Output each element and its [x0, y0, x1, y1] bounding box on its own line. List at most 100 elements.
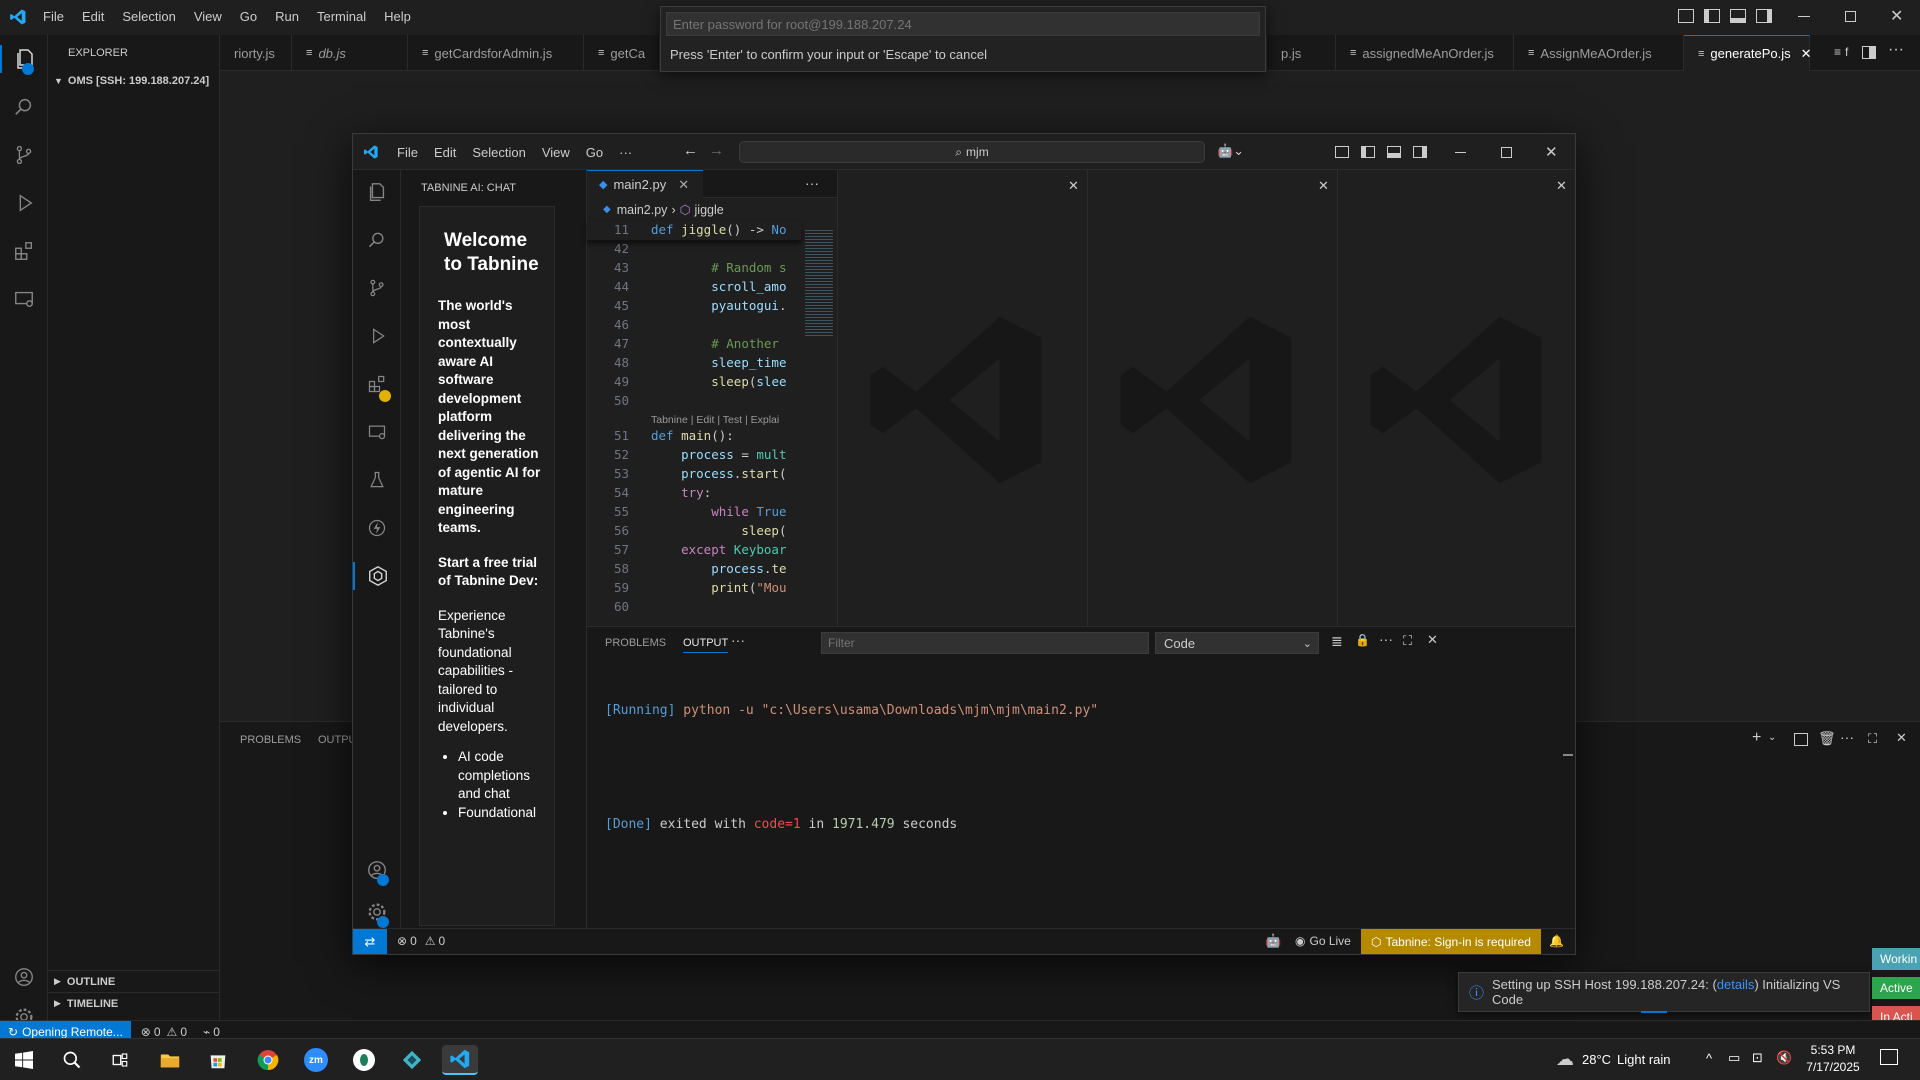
inner-menu-edit[interactable]: Edit — [434, 145, 456, 160]
word-wrap-icon[interactable]: ≣ — [1331, 633, 1343, 650]
close-group-icon[interactable]: ✕ — [1318, 178, 1329, 194]
password-input[interactable] — [666, 12, 1260, 36]
network-icon[interactable]: ⊡ — [1752, 1050, 1763, 1066]
toggle-panel-icon[interactable] — [1387, 146, 1401, 158]
minimize-icon[interactable] — [1798, 16, 1810, 17]
notification-details-link[interactable]: details — [1717, 977, 1755, 992]
outer-panel-tab-problems[interactable]: PROBLEMS — [240, 734, 301, 746]
code-line[interactable]: 55 while True — [587, 504, 801, 523]
copilot-status-icon[interactable]: 🤖 — [1265, 933, 1281, 949]
tab-riorty[interactable]: riorty.js — [220, 35, 292, 71]
tabnine-icon[interactable] — [353, 562, 401, 590]
breadcrumb-file[interactable]: main2.py — [617, 203, 668, 217]
customize-layout-icon[interactable] — [1678, 9, 1694, 23]
tab-assignedmeanorder[interactable]: ≡ assignedMeAnOrder.js — [1336, 35, 1514, 71]
copilot-icon[interactable]: 🤖⌄ — [1217, 143, 1244, 159]
code-line[interactable]: 57 except Keyboar — [587, 542, 801, 561]
more-actions-icon[interactable]: ··· — [805, 175, 819, 191]
split-editor-icon[interactable] — [1862, 46, 1876, 59]
active-badge[interactable]: Active — [1872, 977, 1920, 999]
close-tab-icon[interactable]: ✕ — [678, 177, 689, 193]
source-control-icon[interactable] — [363, 274, 391, 302]
microsoft-store-icon[interactable] — [200, 1045, 236, 1075]
inner-menu-go[interactable]: Go — [586, 145, 603, 160]
chrome-icon[interactable] — [250, 1045, 286, 1075]
extensions-icon[interactable] — [10, 237, 38, 265]
search-icon[interactable] — [10, 93, 38, 121]
inner-menu-selection[interactable]: Selection — [472, 145, 525, 160]
run-debug-icon[interactable] — [10, 189, 38, 217]
code-line[interactable]: 42 — [587, 241, 801, 260]
inner-menu-view[interactable]: View — [542, 145, 570, 160]
problems-status[interactable]: ⊗ 0 ⚠ 0 — [397, 934, 445, 948]
more-actions-icon[interactable]: ··· — [1840, 729, 1854, 745]
code-line[interactable]: 45 pyautogui. — [587, 298, 801, 317]
inner-menu-more[interactable]: ··· — [619, 145, 632, 160]
code-line[interactable]: 60 — [587, 599, 801, 618]
menu-help[interactable]: Help — [384, 9, 411, 24]
forward-arrow-icon[interactable]: → — [709, 142, 724, 159]
app-leaf-icon[interactable] — [346, 1045, 382, 1075]
toggle-panel-icon[interactable] — [1730, 9, 1746, 23]
toggle-secondary-sidebar-icon[interactable] — [1756, 9, 1772, 23]
close-group-icon[interactable]: ✕ — [1556, 178, 1567, 194]
close-window-icon[interactable]: ✕ — [1545, 143, 1558, 161]
search-icon[interactable] — [54, 1045, 90, 1075]
remote-explorer-icon[interactable] — [10, 285, 38, 313]
more-actions-icon[interactable]: ··· — [1379, 631, 1393, 647]
app-diamond-icon[interactable] — [394, 1045, 430, 1075]
code-line[interactable]: 53 process.start( — [587, 466, 801, 485]
menu-run[interactable]: Run — [275, 9, 299, 24]
file-explorer-icon[interactable] — [152, 1045, 188, 1075]
accounts-icon[interactable] — [10, 963, 38, 991]
close-group-icon[interactable]: ✕ — [1068, 178, 1079, 194]
testing-flask-icon[interactable] — [363, 466, 391, 494]
explorer-icon[interactable] — [363, 178, 391, 206]
code-line[interactable]: 51 def main(): — [587, 428, 801, 447]
working-badge[interactable]: Workin — [1872, 948, 1920, 970]
restore-icon[interactable] — [1845, 11, 1856, 22]
breadcrumb-symbol[interactable]: jiggle — [695, 203, 724, 217]
code-line[interactable]: 49 sleep(slee — [587, 374, 801, 393]
tab-p[interactable]: p.js — [1266, 35, 1336, 71]
code-line[interactable]: 54 try: — [587, 485, 801, 504]
chevron-down-icon[interactable]: ⌄ — [1768, 732, 1776, 743]
volume-muted-icon[interactable]: 🔇 — [1776, 1050, 1792, 1066]
minimap[interactable] — [801, 220, 837, 350]
windows-start-icon[interactable] — [6, 1045, 42, 1075]
menu-terminal[interactable]: Terminal — [317, 9, 366, 24]
maximize-panel-icon[interactable]: ⛶ — [1868, 731, 1877, 747]
code-editor[interactable]: 11 def jiggle() -> No 42 43 # Random s 44 sc… — [587, 220, 801, 620]
notifications-bell-icon[interactable]: 🔔 — [1549, 934, 1564, 948]
scrollbar-thumb[interactable] — [1563, 754, 1573, 756]
customize-layout-icon[interactable] — [1335, 146, 1349, 158]
zoom-icon[interactable]: zm — [298, 1045, 334, 1075]
trash-icon[interactable]: 🗑 — [1818, 730, 1836, 747]
outline-section[interactable]: ▶ OUTLINE — [48, 970, 220, 992]
toggle-sidebar-icon[interactable] — [1361, 146, 1375, 158]
tab-getcardsforadmin[interactable]: ≡ getCardsforAdmin.js — [408, 35, 584, 71]
tabnine-codelens[interactable]: Tabnine | Edit | Test | Explai — [651, 414, 779, 426]
outer-panel-tab-output[interactable]: OUTPU — [318, 734, 357, 746]
run-debug-icon[interactable] — [363, 322, 391, 350]
timeline-section[interactable]: ▶ TIMELINE — [48, 992, 220, 1014]
search-icon[interactable] — [363, 226, 391, 254]
toggle-sidebar-icon[interactable] — [1704, 9, 1720, 23]
code-line[interactable]: 43 # Random s — [587, 260, 801, 279]
tab-main2[interactable]: ◆ main2.py ✕ — [587, 170, 703, 198]
remote-explorer-icon[interactable] — [363, 418, 391, 446]
maximize-icon[interactable] — [1501, 147, 1512, 158]
menu-file[interactable]: File — [43, 9, 64, 24]
tab-getca[interactable]: ≡ getCa — [584, 35, 660, 71]
tab-generatepo[interactable]: ≡ generatePo.js ✕ — [1684, 35, 1812, 71]
ports-status[interactable]: ⌁ 0 — [203, 1025, 220, 1039]
tab-overflow[interactable]: ≡ f — [1834, 45, 1848, 59]
tabnine-status-button[interactable]: ⬡ Tabnine: Sign-in is required — [1361, 929, 1541, 954]
tab-db[interactable]: ≡ db.js — [292, 35, 408, 71]
menu-go[interactable]: Go — [240, 9, 257, 24]
output-filter-input[interactable] — [821, 632, 1149, 654]
more-actions-icon[interactable]: ··· — [731, 632, 745, 648]
code-line[interactable]: 50 — [587, 393, 801, 412]
notification-center-icon[interactable] — [1880, 1049, 1898, 1065]
more-actions-icon[interactable]: ··· — [1888, 41, 1904, 59]
